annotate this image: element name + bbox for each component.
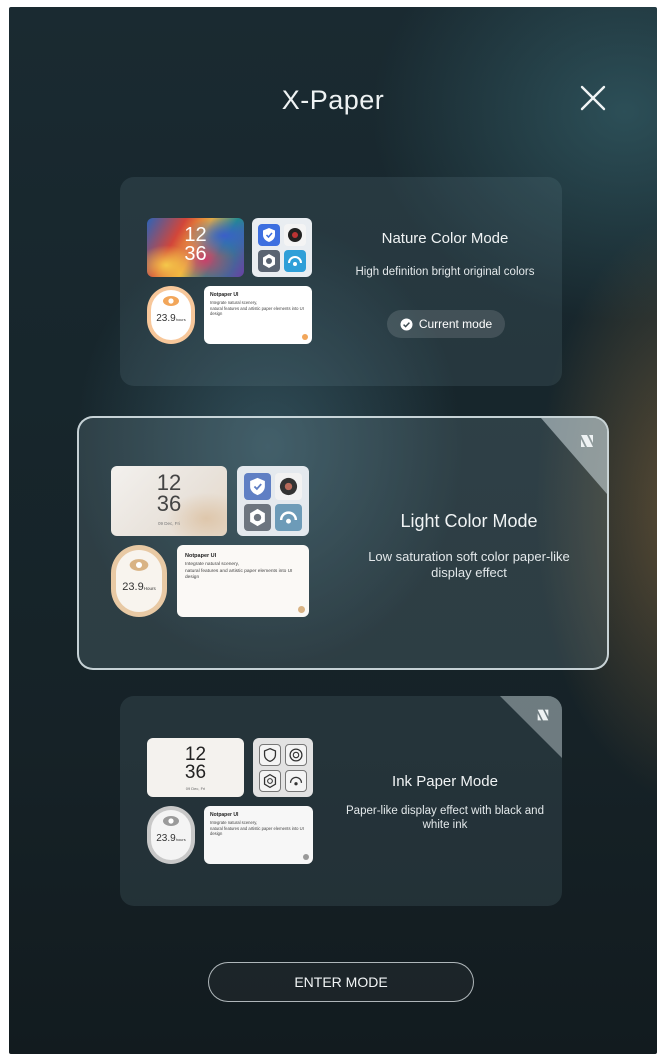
camera-icon — [285, 744, 307, 766]
shield-icon — [244, 473, 271, 500]
clock-minute: 36 — [156, 490, 182, 516]
support-icon — [285, 770, 307, 792]
camera-icon — [275, 473, 302, 500]
preview-clock-widget: 12 36 09 Dec, Fri — [147, 738, 244, 797]
clock-minute: 36 — [184, 243, 207, 265]
preview-note-widget: Notpaper UI Integrate natural scenery, n… — [204, 806, 313, 864]
mode-card-light[interactable]: 12 36 09 Dec, Fri 23.9Hours Notpaper UI … — [77, 416, 609, 670]
mode-corner-badge — [541, 418, 607, 494]
camera-icon — [284, 224, 306, 246]
ring-value: 23.9 — [156, 833, 176, 844]
clock-date: 09 Dec, Fri — [157, 521, 180, 526]
clock-date: 09 Dec, Fri — [185, 786, 206, 791]
note-line-1: Integrate natural scenery, — [185, 562, 240, 567]
note-line-1: Integrate natural scenery, — [210, 820, 258, 825]
check-circle-icon — [400, 318, 413, 330]
mode-title: Nature Color Mode — [381, 230, 509, 247]
note-line-2: natural features and artistic paper elem… — [210, 306, 304, 317]
preview-clock-widget: 12 36 — [147, 218, 244, 277]
preview-note-widget: Notpaper UI Integrate natural scenery, n… — [204, 286, 312, 344]
preview-eye-widget: 23.9hours — [147, 806, 195, 864]
settings-icon — [259, 770, 281, 792]
shield-icon — [259, 744, 281, 766]
mode-description: High definition bright original colors — [355, 266, 535, 278]
note-title: Notpaper UI — [185, 553, 217, 559]
ring-unit: hours — [175, 837, 186, 842]
settings-icon — [244, 504, 271, 531]
mode-card-nature[interactable]: 12 36 23.9hours Notpaper UI Integrate na… — [120, 177, 562, 386]
preview-eye-widget: 23.9Hours — [111, 545, 167, 617]
mode-card-ink[interactable]: 12 36 09 Dec, Fri 23.9hours Notpaper UI … — [120, 696, 562, 906]
settings-icon — [258, 250, 280, 272]
support-icon — [284, 250, 306, 272]
preview-note-widget: Notpaper UI Integrate natural scenery, n… — [177, 545, 309, 617]
page-title: X-Paper — [281, 85, 385, 115]
note-line-1: Integrate natural scenery, — [210, 300, 258, 305]
support-icon — [275, 504, 302, 531]
mode-title: Light Color Mode — [400, 511, 538, 531]
mode-description: Paper-like display effect with black and… — [346, 805, 544, 832]
current-mode-label: Current mode — [418, 317, 493, 331]
ring-unit: hours — [175, 317, 186, 322]
note-title: Notpaper UI — [210, 292, 239, 298]
shield-icon — [258, 224, 280, 246]
eye-icon — [163, 816, 179, 826]
preview-app-icons — [253, 738, 313, 797]
ring-unit: Hours — [143, 586, 156, 591]
mode-title: Ink Paper Mode — [392, 773, 498, 790]
note-line-2: natural features and artistic paper elem… — [210, 826, 304, 837]
preview-app-icons — [237, 466, 309, 536]
enter-mode-button[interactable]: ENTER MODE — [208, 962, 474, 1002]
paper-mode-icon — [537, 709, 549, 721]
note-line-2: natural features and artistic paper elem… — [185, 569, 293, 580]
preview-eye-widget: 23.9hours — [147, 286, 195, 344]
ring-value: 23.9 — [156, 313, 176, 324]
current-mode-badge: Current mode — [387, 310, 505, 338]
eye-icon — [129, 559, 149, 571]
screen: X-Paper 12 36 23.9hours Notpaper UI Inte… — [9, 7, 657, 1054]
clock-minute: 36 — [184, 762, 207, 784]
note-title: Notpaper UI — [210, 812, 239, 818]
eye-icon — [163, 296, 179, 306]
ring-value: 23.9 — [122, 581, 144, 593]
paper-mode-icon — [581, 435, 593, 447]
mode-corner-badge — [500, 696, 562, 758]
mode-description: Low saturation soft color paper-like dis… — [368, 549, 570, 581]
preview-clock-widget: 12 36 09 Dec, Fri — [111, 466, 227, 536]
close-icon[interactable] — [577, 82, 609, 114]
preview-app-icons — [252, 218, 312, 277]
